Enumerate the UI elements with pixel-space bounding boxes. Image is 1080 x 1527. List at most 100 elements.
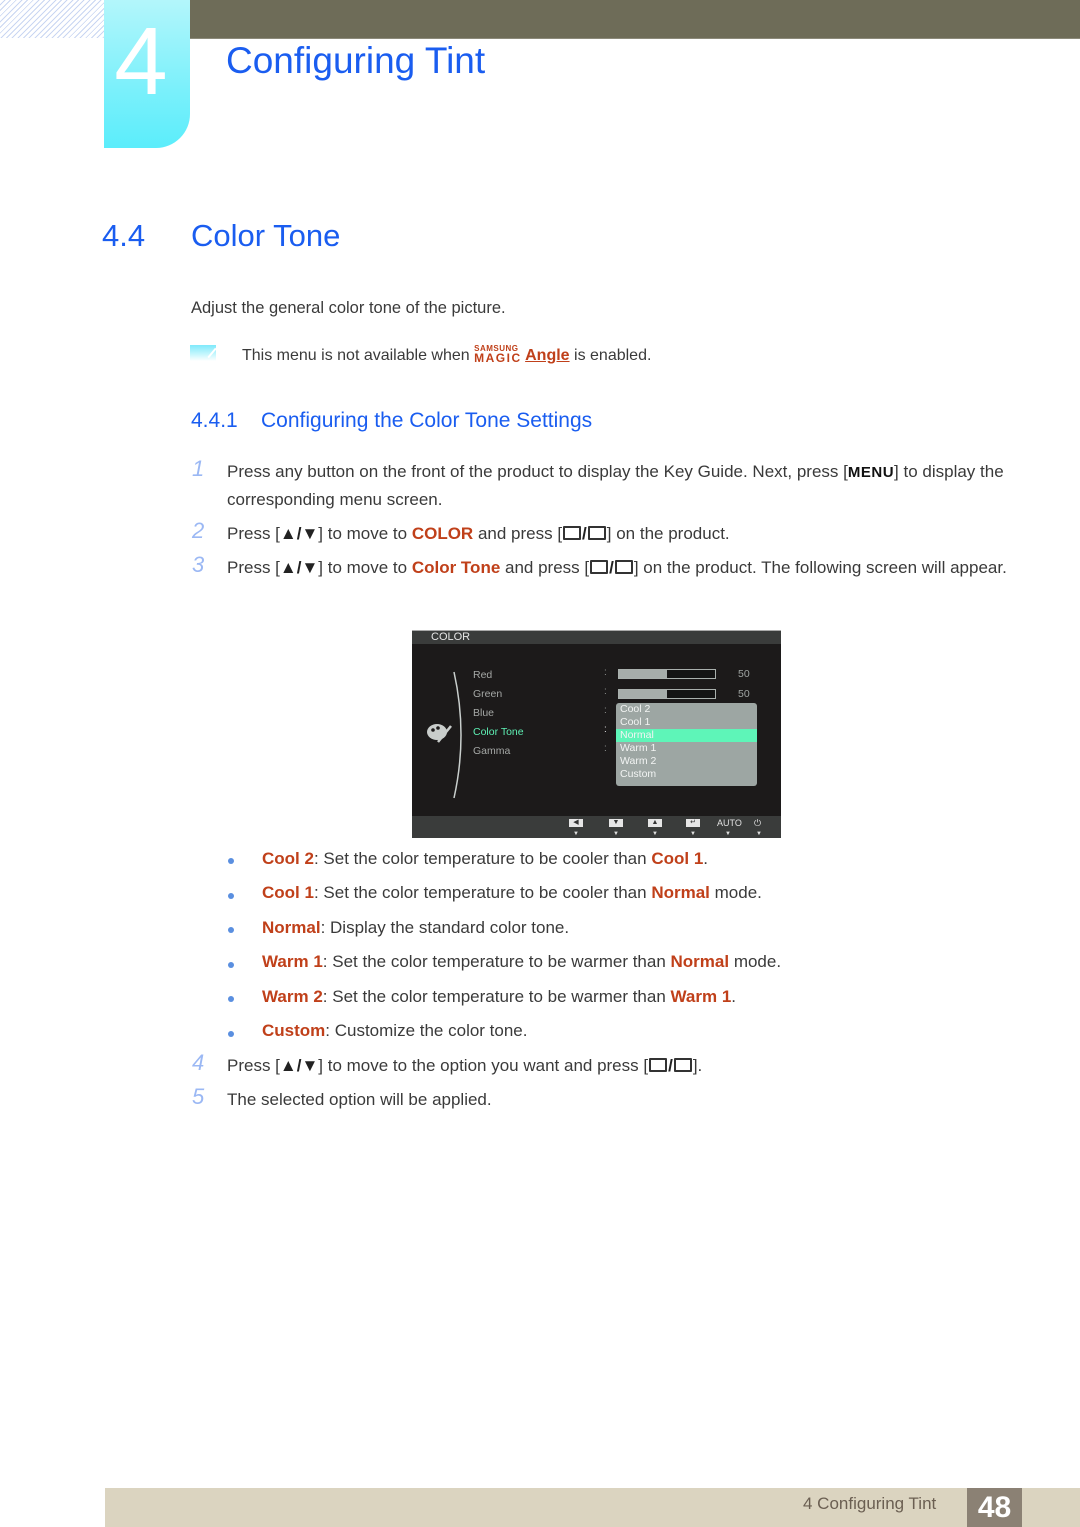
step-text-part: and press [ [473, 524, 563, 543]
red-value: 50 [738, 668, 750, 680]
bullet-icon [228, 996, 234, 1002]
osd-item-red[interactable]: Red [473, 669, 492, 681]
subsection-number: 4.4.1 [191, 409, 238, 432]
osd-key-guide: ◀ ▼ ▼ ▼ ▲ ▼ ↵ ▼ AUTO ▼ ⏻ ▼ [412, 816, 781, 838]
step-text-part: ] on the product. The following screen w… [633, 558, 1007, 577]
tick-icon: ▼ [652, 831, 658, 837]
palette-icon [427, 724, 452, 743]
option-warm-2: Warm 2: Set the color temperature to be … [262, 987, 736, 1007]
option-ref: Normal [651, 883, 710, 902]
step-text-part: Press [ [227, 558, 280, 577]
dropdown-option-cool-2[interactable]: Cool 2 [616, 703, 757, 716]
magic-angle-link[interactable]: Angle [525, 347, 569, 364]
green-value: 50 [738, 688, 750, 700]
intro-text: Adjust the general color tone of the pic… [191, 299, 506, 317]
dropdown-option-normal[interactable]: Normal [616, 729, 757, 742]
up-down-key: ▲/▼ [279, 524, 319, 543]
step-number: 5 [192, 1084, 205, 1109]
option-custom: Custom: Customize the color tone. [262, 1021, 528, 1041]
option-name: Warm 2 [262, 987, 323, 1006]
option-ref: Normal [670, 952, 730, 971]
source-key-icon [563, 526, 582, 540]
osd-curve-decoration [453, 671, 462, 799]
note-text: This menu is not available when SAMSUNG M… [242, 344, 652, 365]
bullet-icon [228, 893, 234, 899]
up-arrow-button[interactable]: ▲ [648, 819, 662, 827]
osd-item-green[interactable]: Green [473, 688, 502, 700]
tick-icon: ▼ [613, 831, 619, 837]
step-text-part: ]. [692, 1056, 703, 1075]
option-tail: . [703, 849, 709, 868]
enter-key-icon [587, 526, 606, 540]
up-down-key: ▲/▼ [279, 558, 319, 577]
dropdown-option-warm-1[interactable]: Warm 1 [616, 742, 757, 755]
option-tail: . [731, 987, 737, 1006]
osd-colon: : [604, 686, 607, 697]
up-down-key: ▲/▼ [279, 1056, 319, 1075]
osd-title: COLOR [431, 631, 471, 643]
step-text: Press [▲/▼] to move to COLOR and press [… [227, 520, 1017, 547]
option-tail: mode. [729, 952, 782, 971]
dropdown-option-cool-1[interactable]: Cool 1 [616, 716, 757, 729]
menu-key: MENU [847, 464, 895, 481]
osd-item-blue[interactable]: Blue [473, 707, 494, 719]
step-text: Press any button on the front of the pro… [227, 458, 1017, 513]
left-arrow-button[interactable]: ◀ [569, 819, 583, 827]
osd-color-menu: COLOR Red Green Blue Color Tone Gamma : … [412, 630, 781, 838]
step-text-part: ] to move to [318, 524, 412, 543]
step-text: Press [▲/▼] to move to Color Tone and pr… [227, 554, 1017, 581]
step-number: 1 [192, 456, 205, 481]
highlight-color-tone: Color Tone [411, 558, 501, 577]
slash: / [609, 558, 614, 577]
osd-colon: : [604, 743, 607, 754]
subsection-title: Configuring the Color Tone Settings [261, 409, 593, 432]
dropdown-option-warm-2[interactable]: Warm 2 [616, 755, 757, 768]
note-after: is enabled. [569, 347, 652, 364]
samsung-magic-logo: SAMSUNG MAGIC [474, 344, 525, 365]
bullet-icon [228, 1031, 234, 1037]
header-bar [185, 0, 1080, 39]
osd-colon: : [604, 705, 607, 716]
step-text-part: and press [ [500, 558, 590, 577]
auto-button[interactable]: AUTO [717, 818, 742, 828]
step-text: The selected option will be applied. [227, 1090, 492, 1109]
down-arrow-button[interactable]: ▼ [609, 819, 623, 827]
note-icon [190, 345, 216, 361]
osd-colon: : [604, 724, 607, 735]
enter-key-icon [673, 1058, 692, 1072]
green-slider[interactable] [618, 689, 716, 699]
osd-item-gamma[interactable]: Gamma [473, 745, 510, 757]
enter-button[interactable]: ↵ [686, 819, 700, 827]
source-key-icon [590, 560, 609, 574]
tick-icon: ▼ [690, 831, 696, 837]
red-slider-fill [619, 670, 667, 678]
enter-key-icon [614, 560, 633, 574]
option-warm-1: Warm 1: Set the color temperature to be … [262, 952, 781, 972]
step-number: 2 [192, 518, 205, 543]
color-tone-dropdown[interactable]: Cool 2 Cool 1 Normal Warm 1 Warm 2 Custo… [616, 703, 757, 786]
option-desc: : Set the color temperature to be warmer… [322, 987, 671, 1006]
section-title: Color Tone [191, 218, 341, 253]
osd-item-color-tone[interactable]: Color Tone [473, 726, 524, 738]
option-desc: : Customize the color tone. [325, 1021, 528, 1040]
step-text-part: Press [ [227, 524, 280, 543]
step-text-part: ] to move to the option you want and pre… [318, 1056, 649, 1075]
red-slider[interactable] [618, 669, 716, 679]
option-name: Cool 1 [262, 883, 314, 902]
option-desc: : Set the color temperature to be cooler… [313, 883, 652, 902]
step-text-part: ] on the product. [606, 524, 730, 543]
option-tail: mode. [709, 883, 762, 902]
step-text: Press [▲/▼] to move to the option you wa… [227, 1052, 1017, 1079]
slash: / [668, 1056, 673, 1075]
power-icon[interactable]: ⏻ [754, 818, 761, 829]
chapter-number: 4 [114, 8, 168, 115]
option-desc: : Set the color temperature to be cooler… [313, 849, 652, 868]
dropdown-option-custom[interactable]: Custom [616, 768, 757, 781]
tick-icon: ▼ [573, 831, 579, 837]
chapter-title: Configuring Tint [226, 40, 486, 81]
header-hatch-pattern [0, 0, 104, 38]
bullet-icon [228, 962, 234, 968]
osd-header: COLOR [412, 630, 781, 644]
step-text-part: Press any button on the front of the pro… [227, 462, 848, 481]
brand-bottom: MAGIC [474, 351, 522, 365]
